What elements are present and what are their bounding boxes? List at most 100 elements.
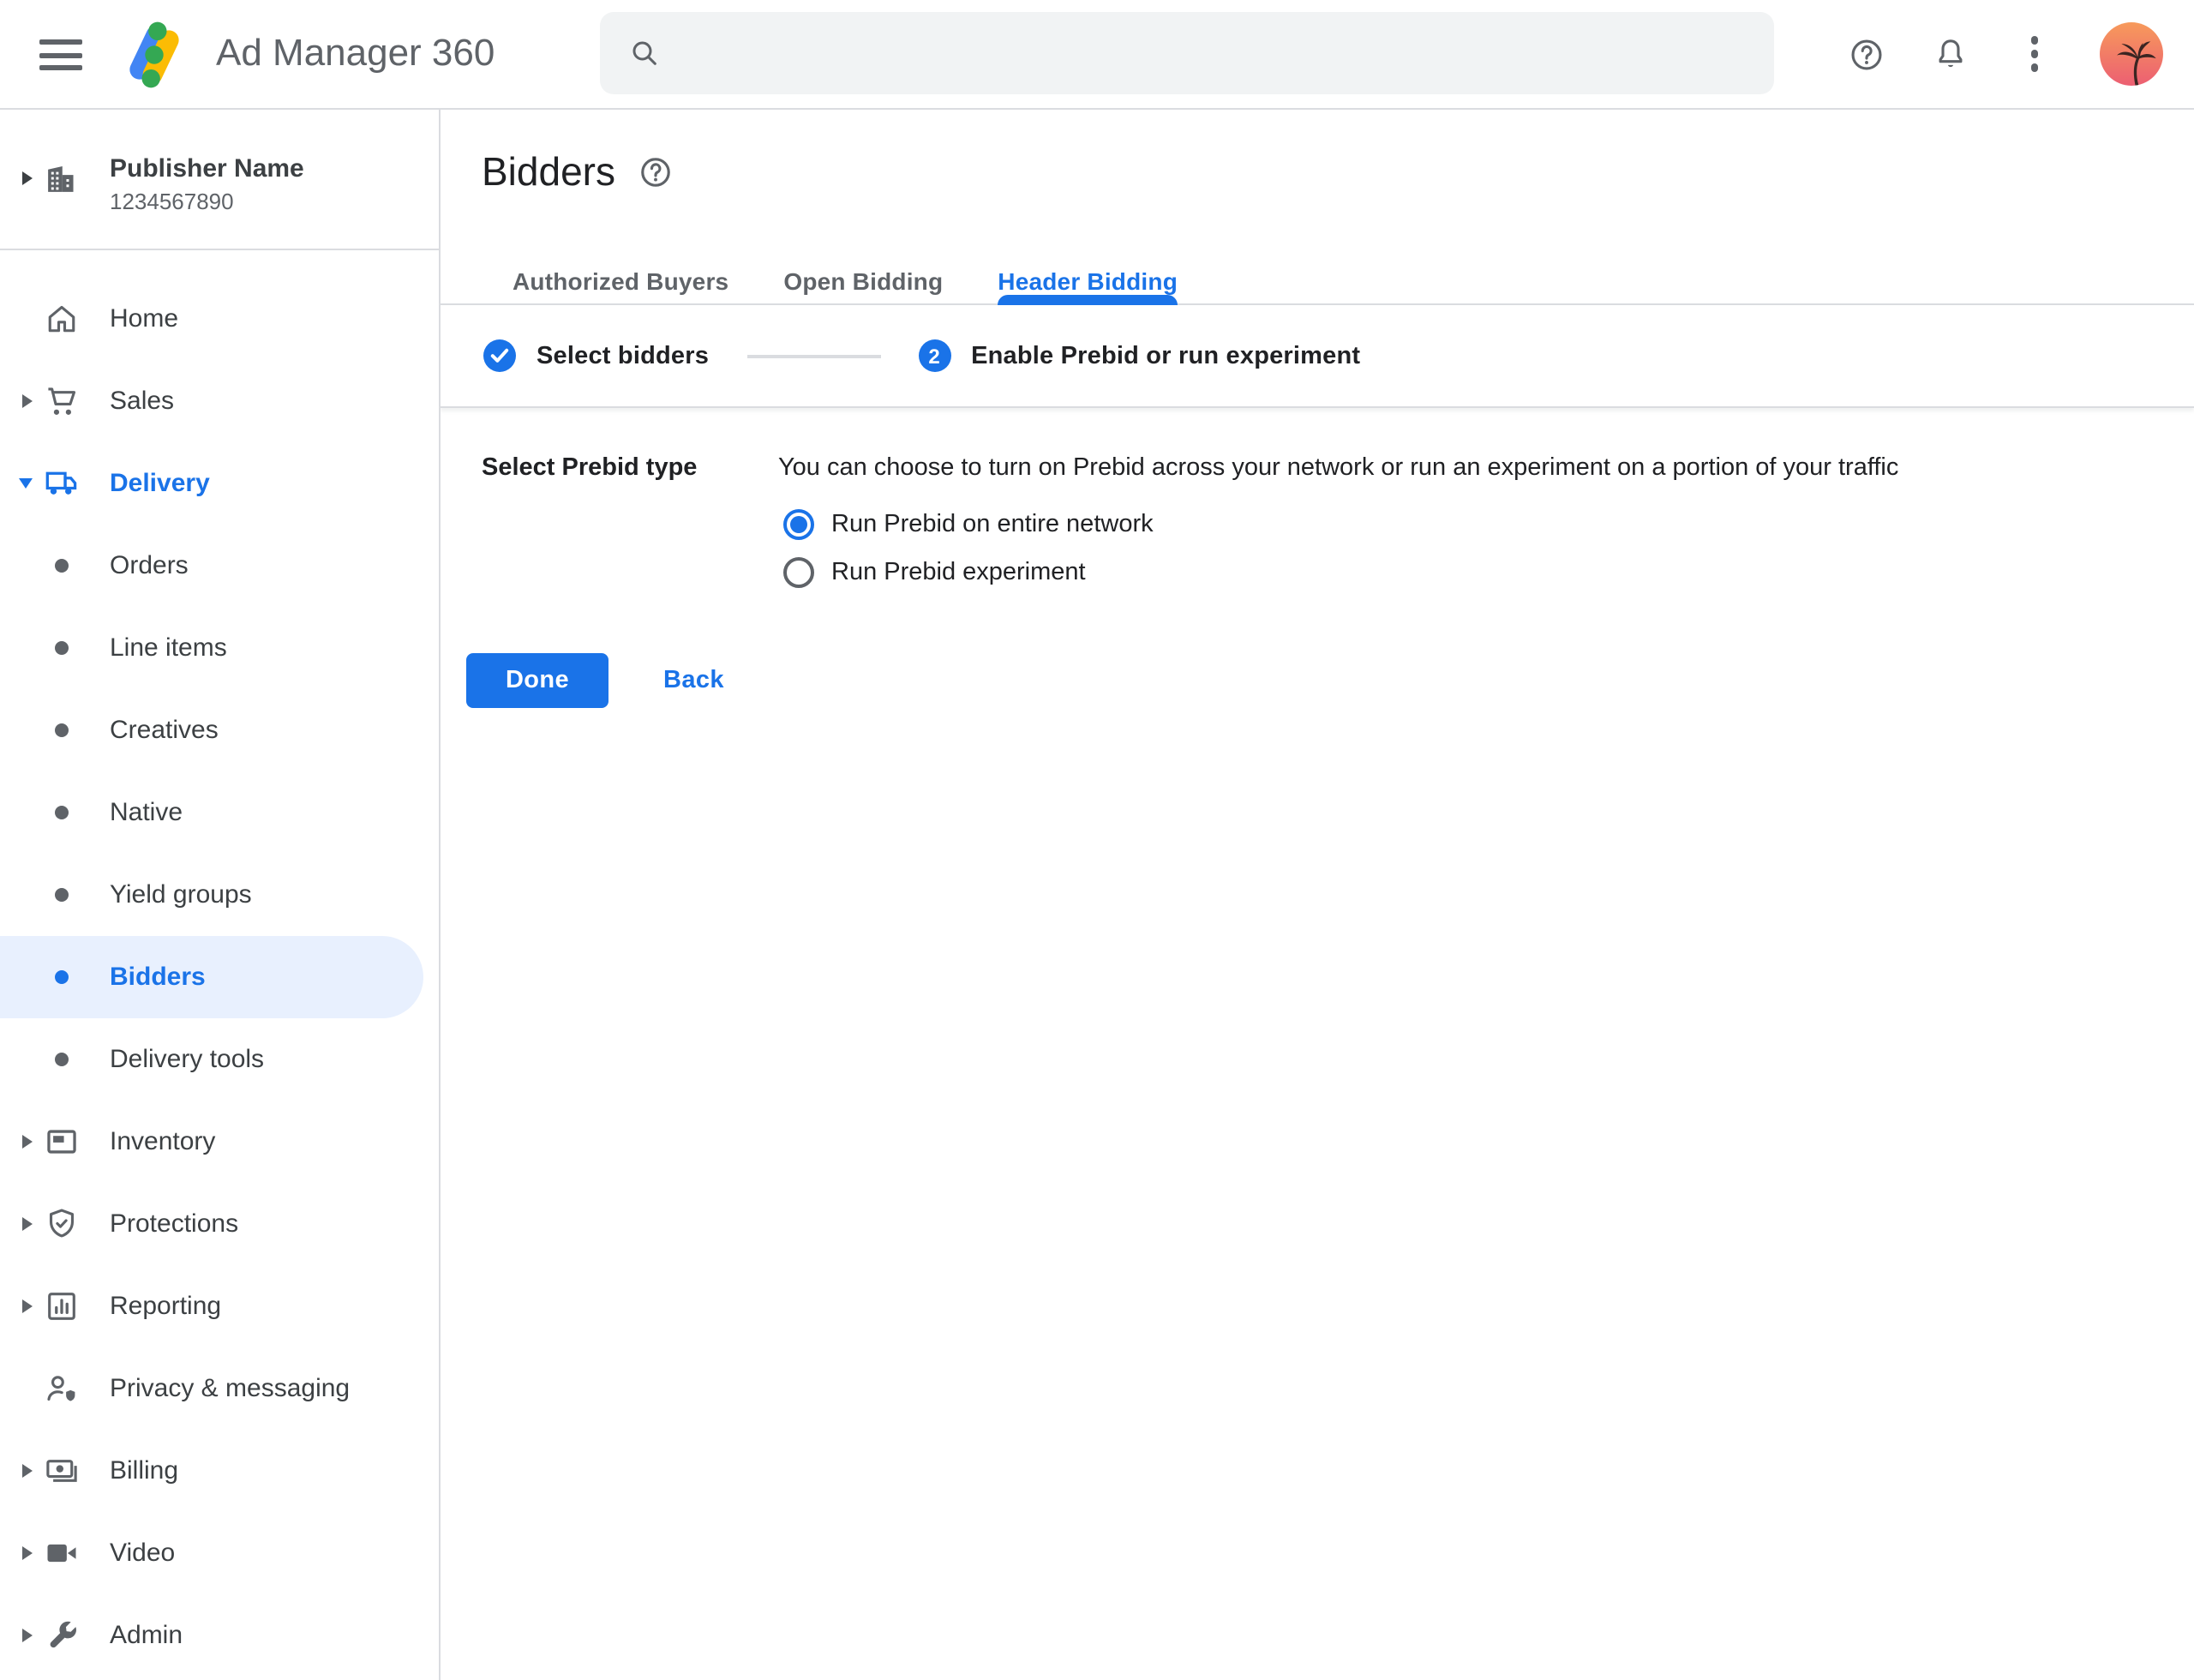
shopping-cart-icon: [43, 382, 81, 420]
radio-run-prebid-experiment[interactable]: Run Prebid experiment: [783, 557, 2153, 588]
sidebar-item-label: Sales: [110, 387, 174, 416]
wrench-icon: [43, 1617, 81, 1654]
sidebar-item-label: Native: [110, 798, 183, 827]
hamburger-menu-icon[interactable]: [39, 39, 82, 70]
radio-run-prebid-on-entire-network[interactable]: Run Prebid on entire network: [783, 509, 2153, 540]
sidebar-item-line-items[interactable]: Line items: [0, 607, 439, 689]
help-button[interactable]: [1848, 35, 1885, 73]
sidebar-item-bidders[interactable]: Bidders: [0, 936, 423, 1018]
form-actions: Done Back: [466, 653, 734, 708]
sidebar-item-creatives[interactable]: Creatives: [0, 689, 439, 771]
notifications-bell-icon[interactable]: [1932, 35, 1969, 73]
sidebar-item-video[interactable]: Video: [0, 1512, 439, 1594]
bullet-icon: [55, 723, 69, 737]
bullet-icon: [55, 806, 69, 819]
radio-label: Run Prebid experiment: [831, 559, 1086, 586]
sidebar-item-yield-groups[interactable]: Yield groups: [0, 854, 439, 936]
more-options-kebab-icon[interactable]: [2016, 35, 2053, 73]
sidebar-item-label: Admin: [110, 1621, 183, 1650]
bullet-icon: [55, 970, 69, 984]
main-content: Bidders Authorized BuyersOpen BiddingHea…: [441, 110, 2194, 1680]
page-title: Bidders: [482, 149, 615, 195]
sidebar-item-reporting[interactable]: Reporting: [0, 1265, 439, 1347]
section-description: You can choose to turn on Prebid across …: [778, 454, 1898, 482]
payments-icon: [43, 1452, 81, 1490]
step-check-icon: [483, 339, 516, 372]
ad-manager-app: Ad Manager 360: [0, 0, 2194, 1680]
radio-unselected-icon[interactable]: [783, 557, 814, 588]
sidebar-item-label: Orders: [110, 551, 189, 580]
search-icon: [627, 36, 662, 70]
caret-right-icon[interactable]: [22, 1546, 33, 1560]
step-label: Select bidders: [537, 342, 709, 369]
sidebar-item-label: Video: [110, 1539, 175, 1568]
bullet-icon: [55, 559, 69, 573]
page-help-icon[interactable]: [638, 154, 674, 190]
sidebar-item-protections[interactable]: Protections: [0, 1183, 439, 1265]
sidebar-item-billing[interactable]: Billing: [0, 1430, 439, 1512]
sidebar-item-admin[interactable]: Admin: [0, 1594, 439, 1677]
sidebar-item-label: Creatives: [110, 716, 219, 745]
tab-open-bidding[interactable]: Open Bidding: [756, 257, 970, 303]
sidebar-item-orders[interactable]: Orders: [0, 525, 439, 607]
stepper-step-1[interactable]: Select bidders: [483, 339, 709, 372]
sidebar-item-label: Home: [110, 304, 178, 333]
sidebar-item-home[interactable]: Home: [0, 278, 439, 360]
sidebar-item-delivery-tools[interactable]: Delivery tools: [0, 1018, 439, 1101]
bar-chart-icon: [43, 1287, 81, 1325]
sidebar-item-label: Inventory: [110, 1127, 215, 1156]
sidebar-item-label: Yield groups: [110, 880, 252, 909]
appbar-actions: [1848, 0, 2163, 108]
done-button[interactable]: Done: [466, 653, 608, 708]
sidebar: Publisher Name 1234567890 Home Sales Deliv…: [0, 110, 441, 1680]
sidebar-item-label: Privacy & messaging: [110, 1374, 350, 1403]
sidebar-item-label: Reporting: [110, 1292, 221, 1321]
caret-right-icon[interactable]: [22, 394, 33, 408]
person-shield-icon: [43, 1370, 81, 1407]
caret-right-icon[interactable]: [22, 1299, 33, 1313]
search-input[interactable]: [684, 10, 1747, 96]
user-avatar[interactable]: [2100, 22, 2163, 86]
sidebar-item-native[interactable]: Native: [0, 771, 439, 854]
tab-bar: Authorized BuyersOpen BiddingHeader Bidd…: [441, 257, 2194, 305]
bullet-icon: [55, 641, 69, 655]
publisher-name: Publisher Name: [110, 154, 304, 183]
tab-authorized-buyers[interactable]: Authorized Buyers: [485, 257, 756, 303]
bullet-icon: [55, 888, 69, 902]
radio-label: Run Prebid on entire network: [831, 511, 1154, 538]
stepper-connector: [746, 354, 880, 357]
page-title-row: Bidders: [482, 149, 674, 195]
building-icon: [43, 161, 79, 197]
caret-right-icon[interactable]: [22, 1629, 33, 1642]
bullet-icon: [55, 1053, 69, 1066]
prebid-type-section: Select Prebid type You can choose to tur…: [482, 454, 2153, 588]
stepper: Select bidders 2 Enable Prebid or run expe…: [441, 305, 2194, 408]
sidebar-item-label: Line items: [110, 633, 227, 663]
sidebar-item-delivery[interactable]: Delivery: [0, 442, 439, 525]
caret-right-icon[interactable]: [22, 1217, 33, 1231]
sidebar-item-label: Billing: [110, 1456, 178, 1485]
sidebar-item-sales[interactable]: Sales: [0, 360, 439, 442]
sidebar-item-privacy-messaging[interactable]: Privacy & messaging: [0, 1347, 439, 1430]
inventory-icon: [43, 1123, 81, 1161]
caret-down-icon[interactable]: [19, 478, 33, 489]
global-search[interactable]: [600, 12, 1774, 94]
stepper-step-2[interactable]: 2 Enable Prebid or run experiment: [918, 339, 1360, 372]
prebid-type-radio-group: Run Prebid on entire network Run Prebid e…: [783, 509, 2153, 588]
tab-header-bidding[interactable]: Header Bidding: [970, 257, 1205, 303]
radio-selected-icon[interactable]: [783, 509, 814, 540]
sidebar-item-inventory[interactable]: Inventory: [0, 1101, 439, 1183]
publisher-id: 1234567890: [110, 189, 234, 214]
sidebar-nav: Home Sales Delivery Orders Line items Creativ…: [0, 250, 439, 1677]
step-number-badge: 2: [918, 339, 950, 372]
ad-manager-logo-icon: [120, 19, 189, 91]
home-icon: [43, 300, 81, 338]
app-title: Ad Manager 360: [216, 29, 495, 77]
shield-check-icon: [43, 1205, 81, 1243]
back-button[interactable]: Back: [653, 665, 734, 696]
step-label: Enable Prebid or run experiment: [971, 342, 1360, 369]
publisher-switcher[interactable]: Publisher Name 1234567890: [0, 110, 439, 250]
videocam-icon: [43, 1534, 81, 1572]
caret-right-icon[interactable]: [22, 1464, 33, 1478]
caret-right-icon[interactable]: [22, 1135, 33, 1149]
